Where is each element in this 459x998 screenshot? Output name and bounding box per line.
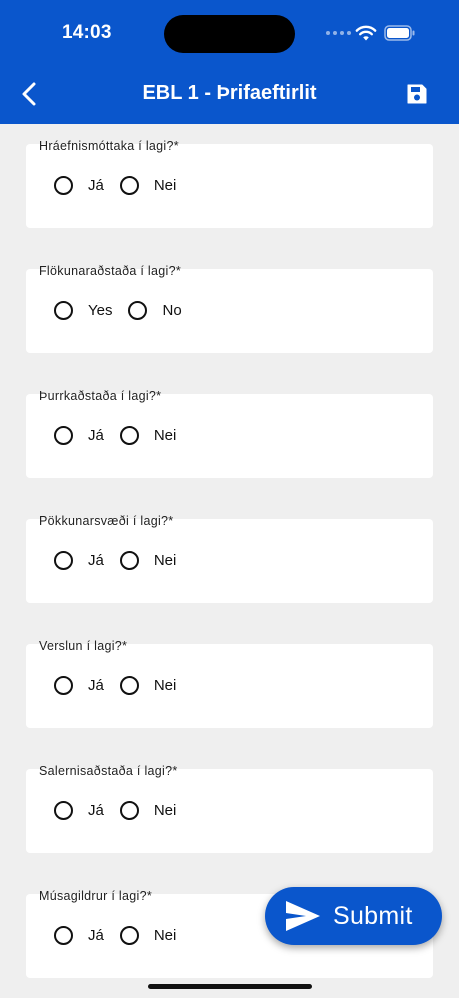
radio-button[interactable] [54, 426, 73, 445]
radio-button[interactable] [54, 926, 73, 945]
page-title: EBL 1 - Þrifaeftirlit [142, 82, 317, 104]
question-card: Flökunaraðstaða í lagi?* Yes No [26, 264, 433, 353]
status-time: 14:03 [62, 22, 112, 43]
radio-option-no[interactable]: Nei [119, 176, 177, 195]
question-label: Þurrkaðstaða í lagi?* [39, 389, 162, 403]
battery-icon [384, 25, 415, 41]
cellular-signal-icon [326, 31, 351, 35]
chevron-left-icon[interactable] [18, 80, 42, 108]
radio-option-yes[interactable]: Já [54, 801, 104, 820]
question-label: Pökkunarsvæði í lagi?* [39, 514, 174, 528]
radio-option-yes[interactable]: Já [54, 551, 104, 570]
question-card: Þurrkaðstaða í lagi?* Já Nei [26, 389, 433, 478]
dynamic-island [164, 15, 295, 53]
radio-option-yes[interactable]: Já [54, 676, 104, 695]
radio-group: Yes No [54, 301, 198, 320]
radio-button[interactable] [128, 301, 148, 320]
radio-button[interactable] [119, 801, 139, 820]
submit-label: Submit [333, 901, 413, 930]
send-icon [286, 901, 320, 931]
submit-button[interactable]: Submit [265, 887, 442, 945]
radio-option-label: Nei [153, 552, 177, 569]
question-card: Pökkunarsvæði í lagi?* Já Nei [26, 514, 433, 603]
radio-option-label: Já [88, 927, 104, 944]
radio-button[interactable] [54, 176, 73, 195]
radio-option-label: Nei [153, 427, 177, 444]
home-indicator[interactable] [148, 984, 312, 989]
radio-option-label: Nei [153, 802, 177, 819]
radio-button[interactable] [119, 676, 139, 695]
question-label: Salernisaðstaða í lagi?* [39, 764, 178, 778]
radio-button[interactable] [54, 301, 73, 320]
radio-option-label: Já [88, 802, 104, 819]
radio-group: Já Nei [54, 926, 192, 945]
radio-button[interactable] [119, 176, 139, 195]
radio-option-yes[interactable]: Já [54, 926, 104, 945]
radio-group: Já Nei [54, 551, 192, 570]
radio-option-label: Nei [153, 177, 177, 194]
question-card: Verslun í lagi?* Já Nei [26, 639, 433, 728]
radio-option-yes[interactable]: Já [54, 426, 104, 445]
radio-group: Já Nei [54, 426, 192, 445]
radio-button[interactable] [119, 926, 139, 945]
question-label: Verslun í lagi?* [39, 639, 128, 653]
app-header: 14:03 EBL 1 - Þrifaeftirlit [0, 0, 459, 124]
radio-option-label: Yes [88, 302, 113, 319]
radio-group: Já Nei [54, 676, 192, 695]
radio-option-yes[interactable]: Yes [54, 301, 112, 320]
question-label: Flökunaraðstaða í lagi?* [39, 264, 182, 278]
radio-button[interactable] [54, 676, 73, 695]
radio-option-label: Já [88, 552, 104, 569]
radio-button[interactable] [119, 426, 139, 445]
floppy-disk-icon[interactable] [405, 82, 429, 106]
radio-option-no[interactable]: Nei [119, 551, 177, 570]
radio-option-no[interactable]: Nei [119, 801, 177, 820]
question-card: Hráefnismóttaka í lagi?* Já Nei [26, 139, 433, 228]
radio-button[interactable] [54, 551, 73, 570]
radio-option-label: No [162, 302, 182, 319]
question-label: Hráefnismóttaka í lagi?* [39, 139, 179, 153]
radio-option-yes[interactable]: Já [54, 176, 104, 195]
radio-button[interactable] [54, 801, 73, 820]
radio-option-no[interactable]: Nei [119, 426, 177, 445]
radio-option-no[interactable]: Nei [119, 926, 177, 945]
radio-option-label: Nei [153, 677, 177, 694]
radio-group: Já Nei [54, 801, 192, 820]
radio-option-label: Já [88, 677, 104, 694]
radio-group: Já Nei [54, 176, 192, 195]
radio-option-label: Nei [153, 927, 177, 944]
question-card: Salernisaðstaða í lagi?* Já Nei [26, 764, 433, 853]
radio-option-no[interactable]: Nei [119, 676, 177, 695]
wifi-icon [355, 25, 377, 41]
radio-option-label: Já [88, 177, 104, 194]
question-label: Músagildrur í lagi?* [39, 889, 152, 903]
radio-button[interactable] [119, 551, 139, 570]
radio-option-label: Já [88, 427, 104, 444]
radio-option-no[interactable]: No [128, 301, 182, 320]
